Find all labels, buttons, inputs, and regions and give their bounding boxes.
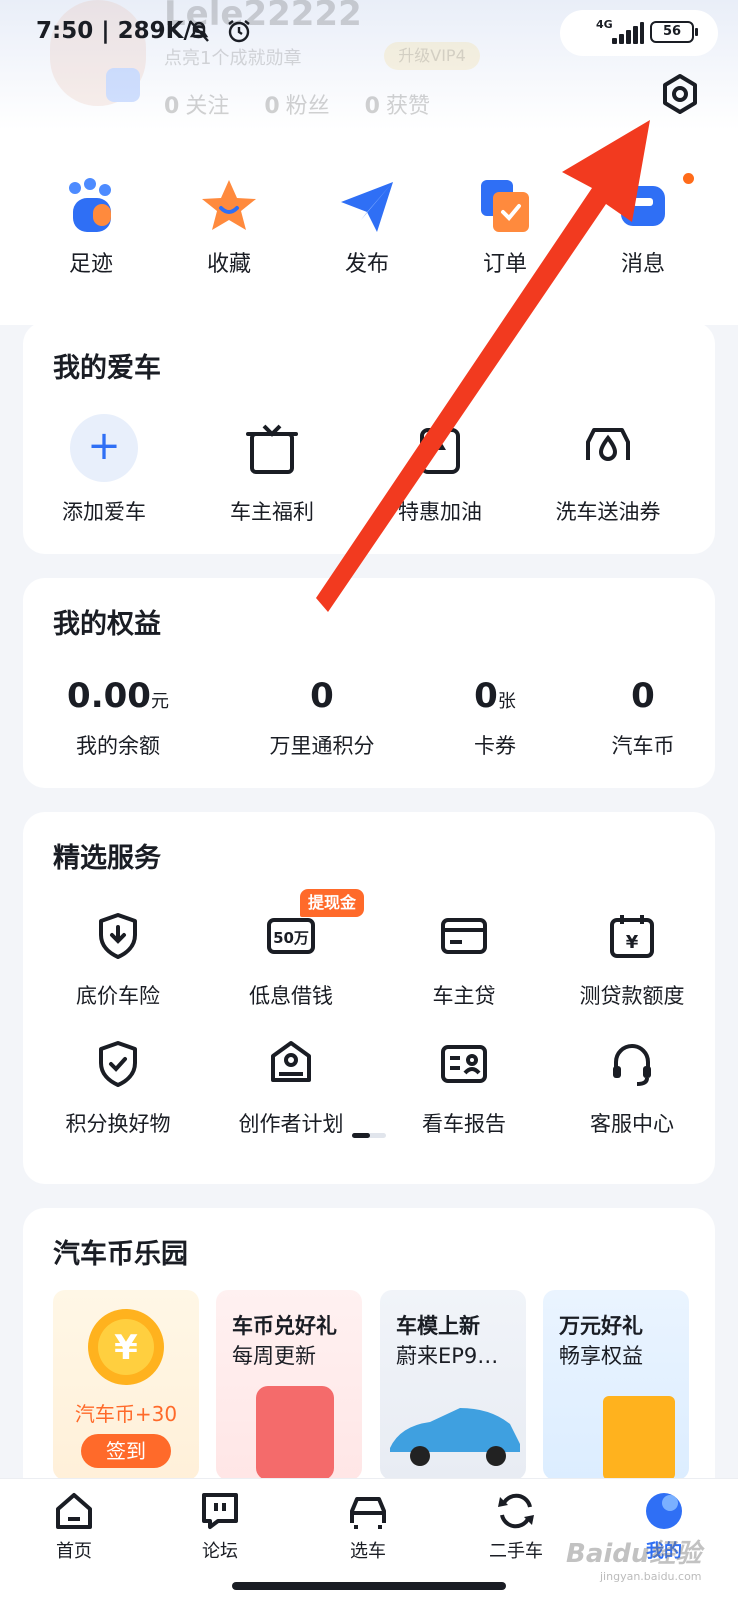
- services-card: 精选服务 底价车险 50万 低息借钱 车主贷 ¥ 测贷款额度 积分换好物 创作者…: [23, 812, 715, 1184]
- add-car-button[interactable]: + 添加爱车: [39, 414, 169, 526]
- car-coin-item[interactable]: 0 汽车币: [583, 676, 703, 760]
- tab-choose-car[interactable]: 选车: [318, 1489, 418, 1563]
- car-icon: [350, 1497, 386, 1529]
- headset-icon: [613, 1044, 651, 1086]
- shortcut-orders[interactable]: 订单: [445, 176, 565, 278]
- promo-card-exchange[interactable]: 车币兑好礼 每周更新: [216, 1290, 362, 1480]
- fuel-discount-button[interactable]: 特惠加油: [375, 414, 505, 526]
- tab-home[interactable]: 首页: [24, 1489, 124, 1563]
- luggage-image: [256, 1386, 334, 1480]
- footprint-icon: [69, 178, 111, 232]
- service-car-report[interactable]: 看车报告: [389, 1038, 539, 1138]
- services-pager: [352, 1133, 386, 1138]
- svg-text:¥: ¥: [114, 1328, 138, 1368]
- shield-download-icon: [99, 913, 137, 959]
- card-icon: [441, 918, 487, 954]
- tab-used-car[interactable]: 二手车: [466, 1489, 566, 1563]
- shortcut-favorites[interactable]: 收藏: [169, 176, 289, 278]
- creator-icon: [271, 1041, 311, 1082]
- profile-icon: [646, 1493, 682, 1529]
- status-bar: 7:50 | 289K/s 4G 56: [0, 0, 738, 64]
- baidu-watermark-url: jingyan.baidu.com: [600, 1570, 702, 1583]
- order-icon: [481, 180, 529, 232]
- fuel-icon: [420, 428, 460, 474]
- report-icon: [441, 1045, 487, 1083]
- star-icon: [202, 180, 256, 230]
- stat-likes[interactable]: 0 获赞: [365, 94, 430, 119]
- checkin-button[interactable]: 签到: [81, 1434, 171, 1468]
- owner-benefits-button[interactable]: 车主福利: [207, 414, 337, 526]
- stat-followers[interactable]: 0 粉丝: [264, 94, 329, 119]
- service-loan-quota[interactable]: ¥ 测贷款额度: [552, 910, 712, 1010]
- balance-item[interactable]: 0.00元 我的余额: [43, 676, 193, 760]
- stat-following[interactable]: 0 关注: [164, 94, 229, 119]
- car-model-image: [390, 1408, 520, 1466]
- car-wash-icon: [586, 428, 630, 461]
- message-icon: [621, 186, 665, 226]
- message-unread-dot: [683, 173, 694, 184]
- shortcut-footprint[interactable]: 足迹: [31, 176, 151, 278]
- network-label: 4G: [596, 18, 613, 31]
- my-car-card: 我的爱车 + 添加爱车 车主福利 特惠加油 洗车送油券: [23, 322, 715, 554]
- promo-card-car-model[interactable]: 车模上新 蔚来EP9…: [380, 1290, 526, 1480]
- shortcut-row: 足迹 收藏 发布 订单 消息: [0, 176, 738, 286]
- checkin-reward-text: 汽车币+30: [74, 1402, 178, 1426]
- points-item[interactable]: 0 万里通积分: [237, 676, 407, 760]
- used-car-icon: [498, 1493, 534, 1529]
- carwash-coupon-button[interactable]: 洗车送油券: [543, 414, 673, 526]
- svg-text:50万: 50万: [273, 929, 309, 947]
- service-customer-center[interactable]: 客服中心: [552, 1038, 712, 1138]
- loan-50w-icon: 50万: [267, 918, 315, 954]
- service-points-exchange[interactable]: 积分换好物: [43, 1038, 193, 1138]
- service-owner-loan[interactable]: 车主贷: [389, 910, 539, 1010]
- bell-muted-icon: [186, 18, 212, 50]
- checkin-card[interactable]: ¥ 汽车币+30 签到: [53, 1290, 199, 1480]
- coin-park-title: 汽车币乐园: [53, 1239, 188, 1270]
- shield-check-icon: [99, 1041, 137, 1087]
- service-insurance[interactable]: 底价车险: [43, 910, 193, 1010]
- settings-gear-icon[interactable]: [656, 70, 704, 118]
- send-icon: [341, 182, 393, 232]
- signal-icon: [612, 22, 644, 44]
- cash-tag-badge: 提现金: [300, 889, 365, 917]
- service-creator-plan[interactable]: 创作者计划: [216, 1038, 366, 1138]
- benefits-title: 我的权益: [53, 609, 161, 640]
- rights-card-image: [603, 1396, 675, 1480]
- home-icon: [56, 1493, 92, 1529]
- gift-icon: [246, 424, 298, 474]
- svg-text:¥: ¥: [626, 932, 639, 953]
- promo-card-rights[interactable]: 万元好礼 畅享权益: [543, 1290, 689, 1480]
- calendar-yen-icon: ¥: [610, 915, 654, 958]
- profile-stats: 0 关注 0 粉丝 0 获赞: [164, 88, 458, 120]
- tab-forum[interactable]: 论坛: [170, 1489, 270, 1563]
- shortcut-publish[interactable]: 发布: [307, 176, 427, 278]
- home-indicator: [232, 1582, 506, 1590]
- service-loan[interactable]: 50万 低息借钱: [216, 910, 366, 1010]
- alarm-icon: [226, 18, 252, 50]
- avatar-badge: [106, 68, 140, 102]
- status-right: 4G 56: [560, 10, 718, 56]
- benefits-card: 我的权益 0.00元 我的余额 0 万里通积分 0张 卡券 0 汽车币: [23, 578, 715, 788]
- my-car-title: 我的爱车: [53, 353, 161, 384]
- shortcut-messages[interactable]: 消息: [583, 176, 703, 278]
- coupons-item[interactable]: 0张 卡券: [435, 676, 555, 760]
- battery-icon: 56: [650, 21, 698, 43]
- forum-icon: [202, 1493, 238, 1529]
- status-time: 7:50 | 289K/s: [36, 18, 206, 44]
- plus-icon: +: [70, 414, 138, 482]
- baidu-watermark: Baidu经验: [566, 1539, 702, 1569]
- yen-coin-icon: ¥: [88, 1309, 164, 1385]
- services-title: 精选服务: [53, 843, 161, 874]
